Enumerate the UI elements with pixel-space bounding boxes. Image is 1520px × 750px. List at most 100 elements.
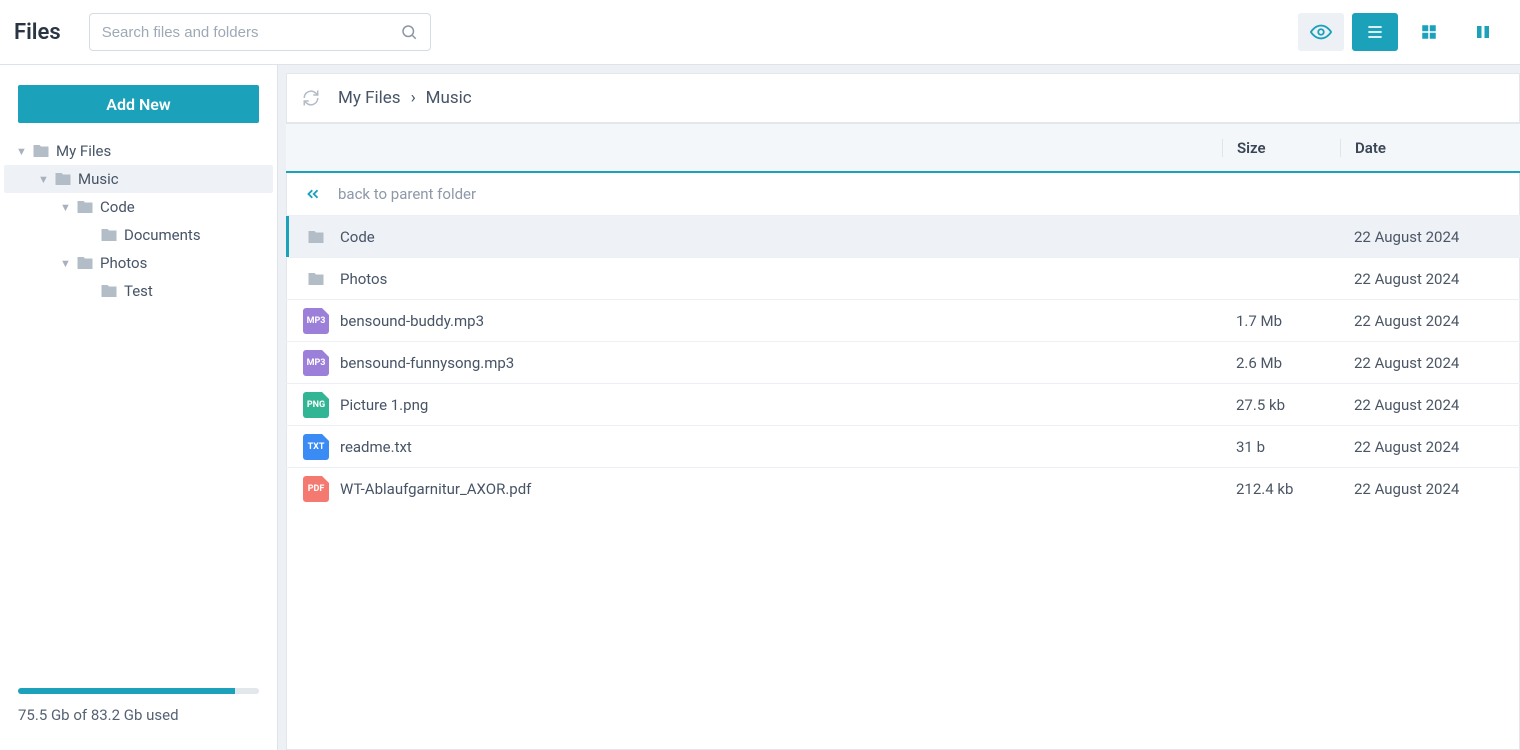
tree-item[interactable]: ▼ My Files [4, 137, 273, 165]
col-header-date[interactable]: Date [1340, 139, 1520, 157]
preview-toggle-button[interactable] [1298, 13, 1344, 51]
file-name: Code [340, 228, 375, 246]
file-name: bensound-funnysong.mp3 [340, 354, 514, 372]
cell-size: 212.4 kb [1222, 480, 1340, 498]
chevron-down-icon[interactable]: ▼ [16, 145, 30, 158]
chevrons-left-icon [304, 185, 338, 203]
storage-meter: 75.5 Gb of 83.2 Gb used [0, 688, 277, 750]
back-to-parent[interactable]: back to parent folder [286, 173, 1520, 215]
search-wrapper[interactable] [89, 13, 431, 51]
search-icon [400, 23, 418, 41]
file-badge: MP3 [303, 350, 329, 376]
file-name: bensound-buddy.mp3 [340, 312, 484, 330]
tree-item[interactable]: Test [4, 277, 273, 305]
grid-icon [1420, 23, 1438, 41]
tree-item[interactable]: ▼ Photos [4, 249, 273, 277]
refresh-icon[interactable] [302, 89, 320, 107]
list-view-button[interactable] [1352, 13, 1398, 51]
pdf-file-icon: PDF [302, 475, 330, 503]
breadcrumb-item[interactable]: Music [426, 88, 472, 108]
cell-date: 22 August 2024 [1340, 312, 1520, 330]
folder-icon [302, 223, 330, 251]
breadcrumb-item[interactable]: My Files [338, 88, 401, 108]
file-badge: PNG [303, 392, 329, 418]
txt-file-icon: TXT [302, 433, 330, 461]
cell-size: 27.5 kb [1222, 396, 1340, 414]
cell-name: PNGPicture 1.png [286, 391, 1222, 419]
add-new-button[interactable]: Add New [18, 85, 259, 123]
table-header: Size Date [286, 123, 1520, 173]
cell-date: 22 August 2024 [1340, 480, 1520, 498]
mp3-file-icon: MP3 [302, 349, 330, 377]
folder-row[interactable]: Code 22 August 2024 [286, 215, 1520, 257]
cell-name: Code [286, 223, 1222, 251]
cell-date: 22 August 2024 [1340, 396, 1520, 414]
cell-name: PDF WT-Ablaufgarnitur_AXOR.pdf [286, 475, 1222, 503]
cell-date: 22 August 2024 [1340, 438, 1520, 456]
back-label: back to parent folder [338, 185, 476, 203]
folder-icon [76, 254, 94, 272]
folder-icon [100, 282, 118, 300]
file-row[interactable]: TXT readme.txt 31 b22 August 2024 [286, 425, 1520, 467]
cell-size: 1.7 Mb [1222, 312, 1340, 330]
eye-icon [1310, 21, 1332, 43]
file-row[interactable]: MP3 bensound-buddy.mp3 1.7 Mb22 August 202… [286, 299, 1520, 341]
file-name: Photos [340, 270, 387, 288]
file-row[interactable]: PDF WT-Ablaufgarnitur_AXOR.pdf 212.4 kb22 … [286, 467, 1520, 509]
columns-icon [1474, 23, 1492, 41]
file-row[interactable]: PNGPicture 1.png27.5 kb22 August 2024 [286, 383, 1520, 425]
tree-item[interactable]: ▼ Code [4, 193, 273, 221]
folder-icon [54, 170, 72, 188]
cell-name: MP3 bensound-buddy.mp3 [286, 307, 1222, 335]
sidebar: Add New ▼ My Files ▼ Music ▼ Code Documents ▼ Ph… [0, 65, 278, 750]
folder-row[interactable]: Photos 22 August 2024 [286, 257, 1520, 299]
split-view-button[interactable] [1460, 13, 1506, 51]
storage-bar [18, 688, 259, 694]
cell-size: 31 b [1222, 438, 1340, 456]
tree-item-label: Music [78, 170, 119, 188]
storage-fill [18, 688, 235, 694]
tree-item[interactable]: ▼ Music [4, 165, 273, 193]
tree-item-label: My Files [56, 142, 111, 160]
tree-item-label: Documents [124, 226, 201, 244]
file-name: readme.txt [340, 438, 412, 456]
folder-icon [100, 226, 118, 244]
main-layout: Add New ▼ My Files ▼ Music ▼ Code Documents ▼ Ph… [0, 65, 1520, 750]
file-badge: MP3 [303, 308, 329, 334]
view-toolbar [1298, 13, 1506, 51]
cell-name: MP3 bensound-funnysong.mp3 [286, 349, 1222, 377]
tree-item-label: Photos [100, 254, 147, 272]
search-input[interactable] [102, 24, 400, 41]
breadcrumb-path: My Files › Music [338, 88, 472, 108]
file-badge: TXT [303, 434, 329, 460]
topbar: Files [0, 0, 1520, 65]
cell-date: 22 August 2024 [1340, 228, 1520, 246]
list-icon [1365, 22, 1385, 42]
chevron-right-icon: › [411, 88, 416, 108]
tree-item[interactable]: Documents [4, 221, 273, 249]
file-badge: PDF [303, 476, 329, 502]
cell-name: TXT readme.txt [286, 433, 1222, 461]
chevron-down-icon[interactable]: ▼ [38, 173, 52, 186]
cell-name: Photos [286, 265, 1222, 293]
content-pane: My Files › Music Size Date back to parent … [278, 65, 1520, 750]
chevron-down-icon[interactable]: ▼ [60, 201, 74, 214]
png-file-icon: PNG [302, 391, 330, 419]
file-row[interactable]: MP3 bensound-funnysong.mp3 2.6 Mb22 August… [286, 341, 1520, 383]
file-panel: My Files › Music Size Date back to parent … [286, 73, 1520, 750]
folder-icon [32, 142, 50, 160]
app-title: Files [14, 20, 61, 45]
folder-icon [302, 265, 330, 293]
folder-icon [76, 198, 94, 216]
cell-size: 2.6 Mb [1222, 354, 1340, 372]
file-name: WT-Ablaufgarnitur_AXOR.pdf [340, 480, 531, 498]
mp3-file-icon: MP3 [302, 307, 330, 335]
tree-item-label: Code [100, 198, 135, 216]
cell-date: 22 August 2024 [1340, 270, 1520, 288]
col-header-size[interactable]: Size [1222, 139, 1340, 157]
storage-text: 75.5 Gb of 83.2 Gb used [18, 706, 259, 724]
cell-date: 22 August 2024 [1340, 354, 1520, 372]
chevron-down-icon[interactable]: ▼ [60, 257, 74, 270]
breadcrumb: My Files › Music [286, 73, 1520, 123]
grid-view-button[interactable] [1406, 13, 1452, 51]
